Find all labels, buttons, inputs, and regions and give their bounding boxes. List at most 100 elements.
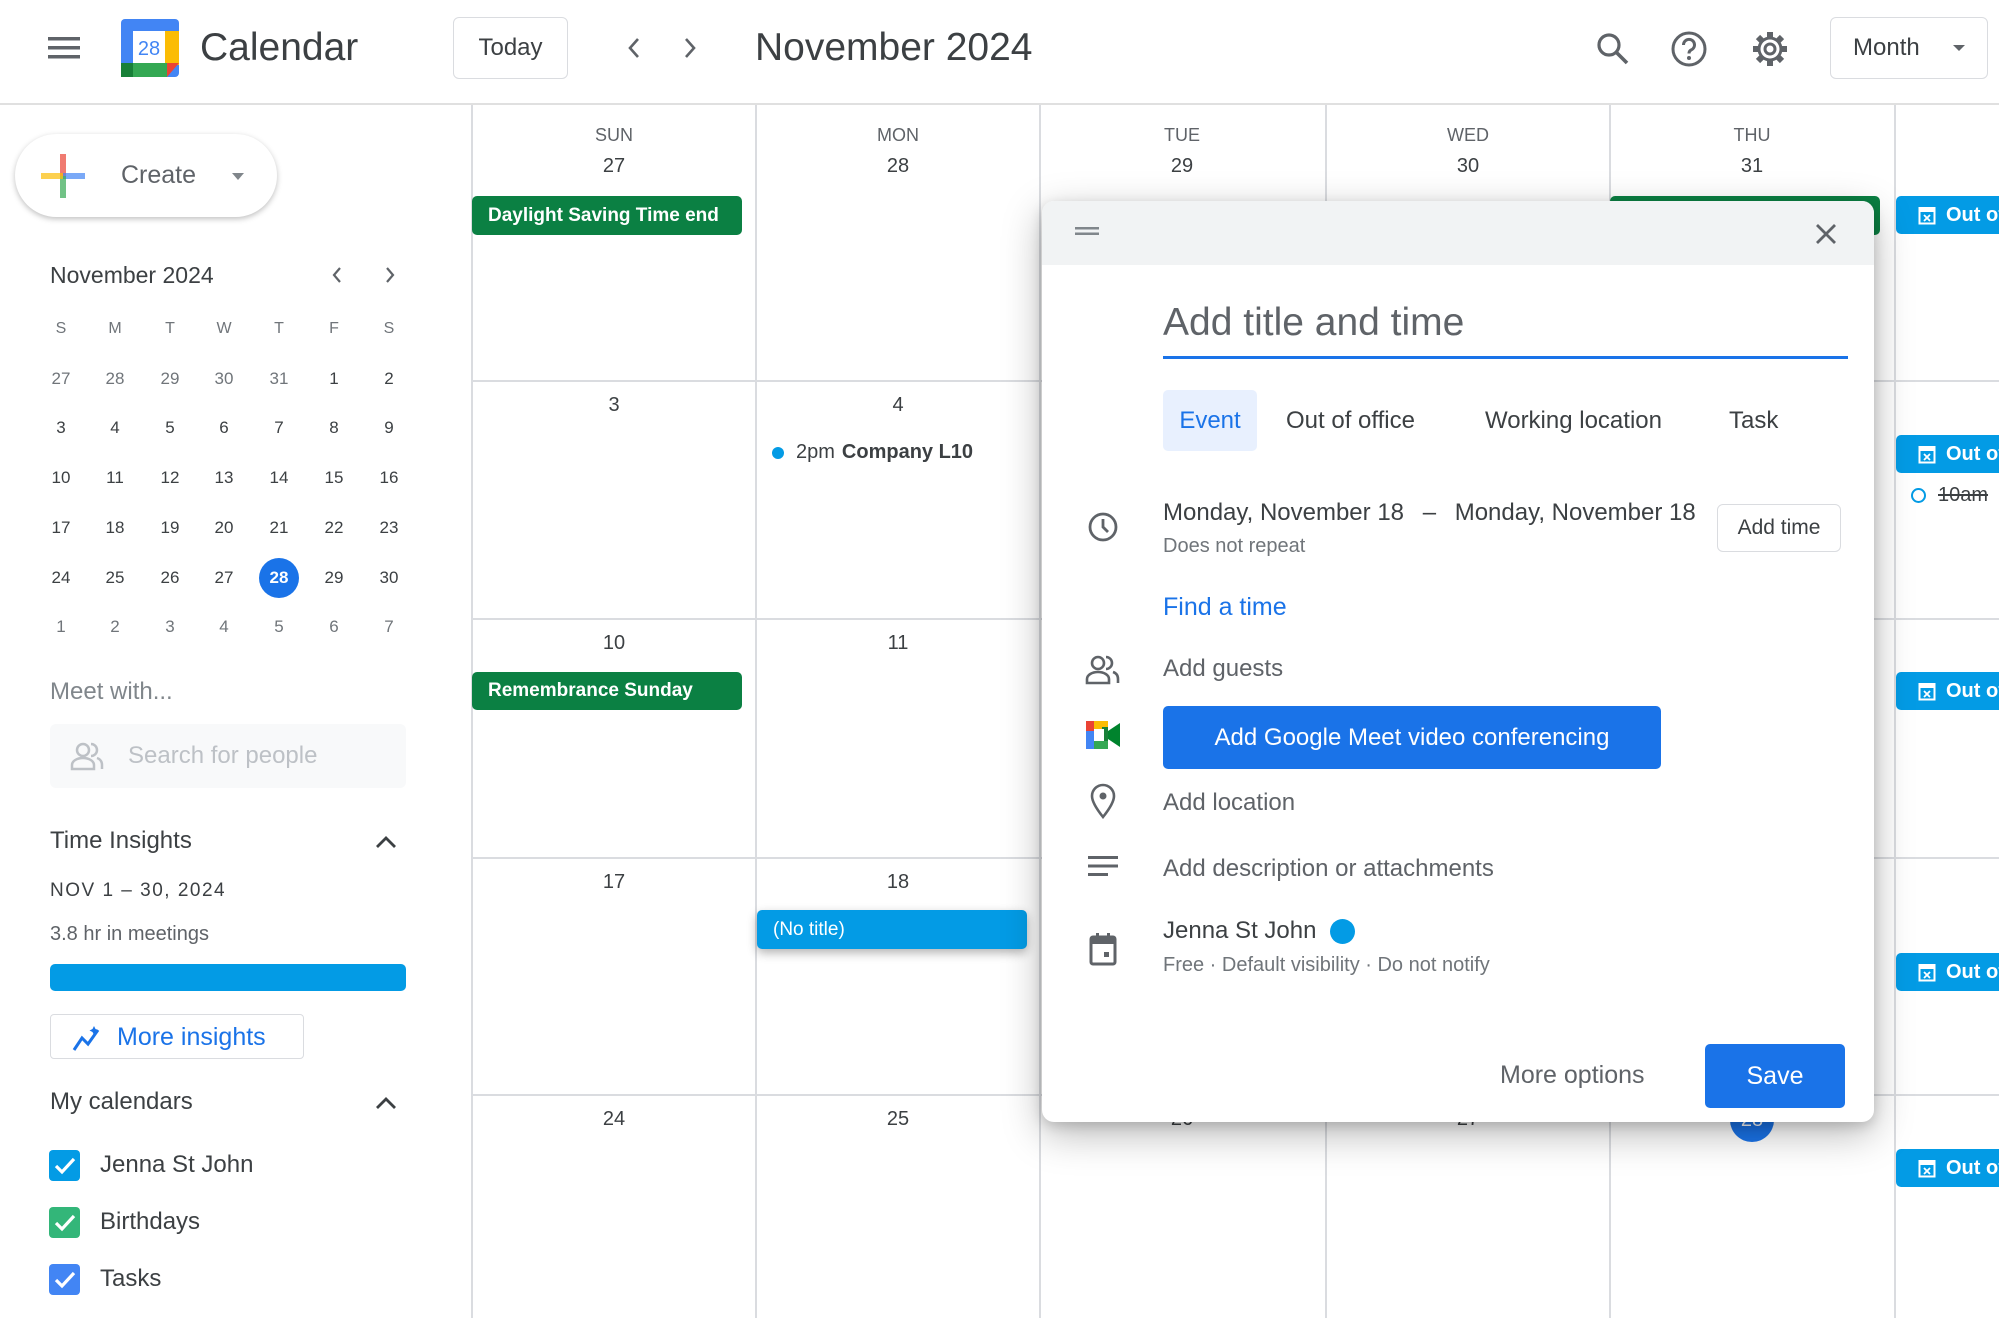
more-insights-button[interactable]: More insights (50, 1014, 304, 1059)
mini-calendar-day[interactable]: 24 (41, 558, 81, 598)
save-button[interactable]: Save (1705, 1044, 1845, 1108)
calendar-color-dot[interactable] (1330, 918, 1356, 944)
day-cell-date[interactable]: 25 (756, 1108, 1040, 1131)
create-button[interactable]: Create (15, 134, 277, 217)
event-remembrance-sunday[interactable]: Remembrance Sunday (472, 672, 742, 710)
calendar-label[interactable]: Birthdays (100, 1208, 200, 1236)
event-out-of-office[interactable]: Out of (1896, 953, 1999, 991)
day-cell-date[interactable]: 10 (472, 632, 756, 655)
calendar-checkbox[interactable] (49, 1150, 80, 1181)
day-cell-date[interactable]: 11 (756, 632, 1040, 655)
next-period-icon[interactable] (670, 28, 710, 68)
day-cell-date[interactable]: 18 (756, 871, 1040, 894)
day-cell-date[interactable]: 17 (472, 871, 756, 894)
today-button[interactable]: Today (453, 17, 568, 79)
event-out-of-office[interactable]: Out of (1896, 672, 1999, 710)
mini-calendar-day[interactable]: 10 (41, 458, 81, 498)
mini-calendar-day[interactable]: 5 (150, 408, 190, 448)
mini-calendar-day[interactable]: 26 (150, 558, 190, 598)
day-cell-date[interactable]: 30 (1326, 155, 1610, 178)
tab-event[interactable]: Event (1163, 390, 1257, 451)
mini-calendar-day[interactable]: 15 (314, 458, 354, 498)
mini-calendar-day[interactable]: 25 (95, 558, 135, 598)
create-caret-icon[interactable] (232, 173, 244, 180)
search-icon[interactable] (1590, 26, 1636, 72)
mini-calendar-next-icon[interactable] (374, 259, 406, 291)
mini-calendar-day[interactable]: 21 (259, 508, 299, 548)
mini-calendar-day[interactable]: 19 (150, 508, 190, 548)
event-out-of-office[interactable]: Out of (1896, 435, 1999, 473)
mini-calendar-day[interactable]: 2 (95, 607, 135, 647)
end-date[interactable]: Monday, November 18 (1455, 499, 1696, 526)
mini-calendar-day[interactable]: 7 (259, 408, 299, 448)
repeat-setting[interactable]: Does not repeat (1163, 535, 1305, 558)
dialog-drag-bar[interactable] (1042, 201, 1874, 265)
mini-calendar-day[interactable]: 7 (369, 607, 409, 647)
add-location-input[interactable]: Add location (1163, 789, 1295, 817)
mini-calendar-day[interactable]: 12 (150, 458, 190, 498)
add-description-input[interactable]: Add description or attachments (1163, 855, 1494, 883)
tab-working-location[interactable]: Working location (1485, 390, 1662, 451)
search-people-input[interactable]: Search for people (50, 724, 406, 788)
event-no-title[interactable]: (No title) (757, 910, 1027, 949)
help-icon[interactable] (1666, 26, 1712, 72)
day-cell-date[interactable]: 4 (756, 394, 1040, 417)
mini-calendar-day[interactable]: 30 (369, 558, 409, 598)
mini-calendar-day[interactable]: 3 (41, 408, 81, 448)
title-input[interactable]: Add title and time (1163, 301, 1848, 359)
add-guests-input[interactable]: Add guests (1163, 655, 1283, 683)
task-item[interactable]: 10am (1911, 484, 1988, 507)
day-cell-date[interactable]: 3 (472, 394, 756, 417)
event-out-of-office[interactable]: Out of (1896, 196, 1999, 234)
mini-calendar-day[interactable]: 28 (95, 359, 135, 399)
mini-calendar-day[interactable]: 17 (41, 508, 81, 548)
calendar-checkbox[interactable] (49, 1207, 80, 1238)
mini-calendar-day[interactable]: 6 (204, 408, 244, 448)
mini-calendar-day[interactable]: 1 (314, 359, 354, 399)
day-cell-date[interactable]: 28 (756, 155, 1040, 178)
mini-calendar-day[interactable]: 16 (369, 458, 409, 498)
mini-calendar-day[interactable]: 22 (314, 508, 354, 548)
mini-calendar-day[interactable]: 11 (95, 458, 135, 498)
drag-handle-icon[interactable] (1074, 223, 1100, 239)
mini-calendar-day[interactable]: 28 (259, 558, 299, 598)
mini-calendar-day[interactable]: 4 (204, 607, 244, 647)
tab-task[interactable]: Task (1729, 390, 1778, 451)
day-cell-date[interactable]: 27 (472, 155, 756, 178)
mini-calendar-day[interactable]: 27 (204, 558, 244, 598)
mini-calendar-day[interactable]: 30 (204, 359, 244, 399)
previous-period-icon[interactable] (614, 28, 654, 68)
mini-calendar-day[interactable]: 3 (150, 607, 190, 647)
mini-calendar-prev-icon[interactable] (321, 259, 353, 291)
collapse-time-insights-icon[interactable] (370, 826, 402, 858)
event-daylight-saving[interactable]: Daylight Saving Time end (472, 196, 742, 235)
mini-calendar-day[interactable]: 2 (369, 359, 409, 399)
mini-calendar-day[interactable]: 5 (259, 607, 299, 647)
tab-out-of-office[interactable]: Out of office (1286, 390, 1415, 451)
mini-calendar-day[interactable]: 8 (314, 408, 354, 448)
mini-calendar-day[interactable]: 13 (204, 458, 244, 498)
mini-calendar-day[interactable]: 4 (95, 408, 135, 448)
day-cell-date[interactable]: 29 (1040, 155, 1324, 178)
collapse-my-calendars-icon[interactable] (370, 1087, 402, 1119)
mini-calendar-day[interactable]: 29 (314, 558, 354, 598)
main-menu-icon[interactable] (44, 28, 84, 68)
mini-calendar-day[interactable]: 23 (369, 508, 409, 548)
day-cell-date[interactable]: 31 (1610, 155, 1894, 178)
add-time-button[interactable]: Add time (1717, 504, 1841, 552)
event-out-of-office[interactable]: Out of (1896, 1149, 1999, 1187)
calendar-owner[interactable]: Jenna St John (1163, 917, 1356, 945)
calendar-label[interactable]: Jenna St John (100, 1151, 253, 1179)
calendar-checkbox[interactable] (49, 1264, 80, 1295)
mini-calendar-day[interactable]: 9 (369, 408, 409, 448)
more-options-button[interactable]: More options (1500, 1061, 1645, 1090)
mini-calendar-day[interactable]: 29 (150, 359, 190, 399)
meetings-bar[interactable] (50, 964, 406, 991)
mini-calendar-day[interactable]: 18 (95, 508, 135, 548)
add-google-meet-button[interactable]: Add Google Meet video conferencing (1163, 706, 1661, 769)
calendar-logo-icon[interactable]: 28 (121, 19, 179, 77)
mini-calendar-day[interactable]: 6 (314, 607, 354, 647)
mini-calendar-day[interactable]: 27 (41, 359, 81, 399)
start-date[interactable]: Monday, November 18 (1163, 499, 1404, 526)
view-selector-dropdown[interactable]: Month (1830, 17, 1988, 79)
